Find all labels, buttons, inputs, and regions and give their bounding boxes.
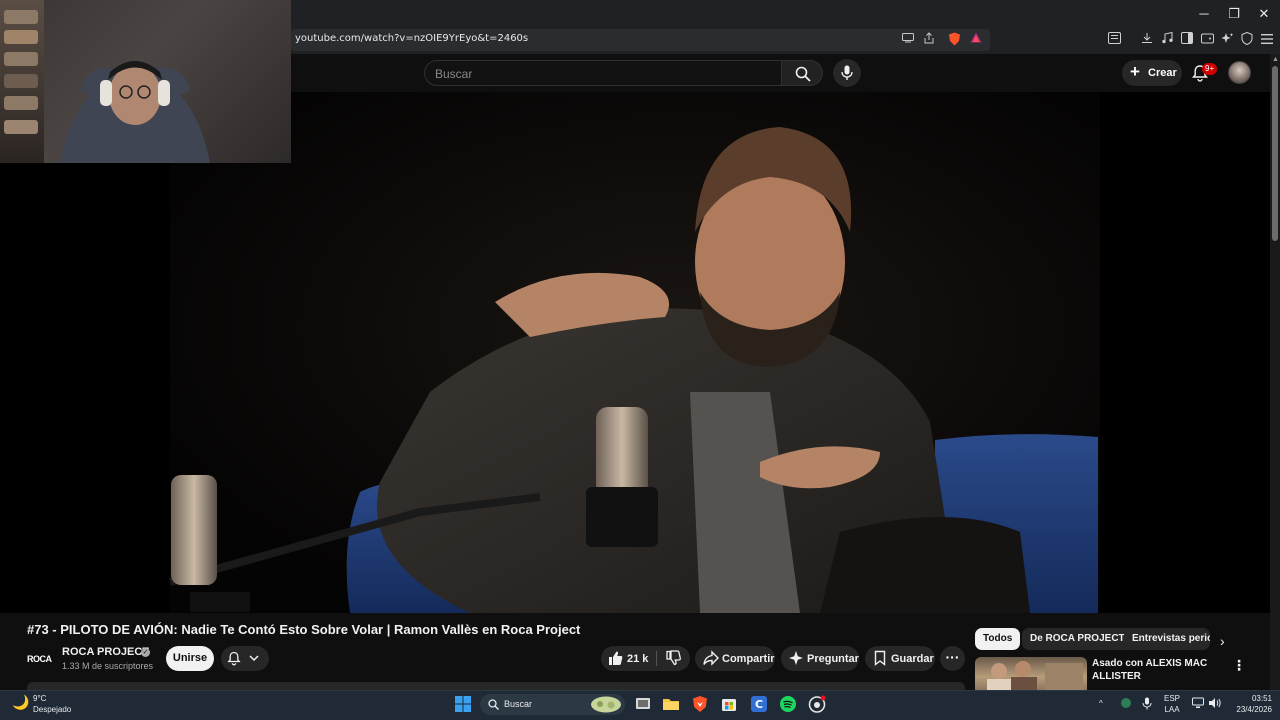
chip-de-roca-project[interactable]: De ROCA PROJECT xyxy=(1022,628,1133,650)
share-page-icon[interactable] xyxy=(921,32,937,48)
ask-button[interactable]: Preguntar xyxy=(781,646,859,671)
search-placeholder: Buscar xyxy=(435,67,473,81)
sidebar-toggle-icon[interactable] xyxy=(1179,32,1195,48)
tray-app-icon[interactable] xyxy=(1120,697,1132,711)
search-button[interactable] xyxy=(781,60,823,86)
taskbar-search[interactable]: Buscar xyxy=(480,694,625,715)
brave-browser-icon[interactable] xyxy=(691,695,709,713)
share-label: Compartir xyxy=(722,653,775,665)
thumbs-up-icon xyxy=(609,651,623,665)
brave-rewards-icon[interactable] xyxy=(968,32,984,48)
scrollbar-thumb[interactable] xyxy=(1272,66,1278,241)
channel-logo[interactable]: ROCA xyxy=(27,648,53,670)
c-app-icon[interactable]: C xyxy=(750,695,768,713)
leo-ai-icon[interactable] xyxy=(1219,32,1235,48)
recommendation-thumbnail[interactable] xyxy=(975,657,1087,690)
like-count: 21 k xyxy=(627,653,649,665)
github-icon[interactable] xyxy=(808,695,826,713)
dislike-button[interactable] xyxy=(657,646,690,671)
video-title: #73 - PILOTO DE AVIÓN: Nadie Te Contó Es… xyxy=(27,622,581,637)
join-button[interactable]: Unirse xyxy=(166,646,214,671)
bookmark-icon xyxy=(874,650,886,666)
wallet-icon[interactable] xyxy=(1199,32,1215,48)
verified-icon: ✓ xyxy=(141,648,150,657)
clock-time: 03:51 xyxy=(1251,694,1272,703)
microphone-tray-icon[interactable] xyxy=(1142,697,1152,712)
channel-name[interactable]: ROCA PROJECT xyxy=(62,646,149,658)
menu-icon[interactable] xyxy=(1259,32,1275,48)
save-button[interactable]: Guardar xyxy=(865,646,935,671)
more-actions-button[interactable]: ··· xyxy=(940,646,965,671)
recommendation-more-button[interactable]: ⋮ xyxy=(1232,657,1246,674)
language-indicator[interactable]: ESP LAA xyxy=(1162,694,1182,714)
video-frame xyxy=(168,92,1100,613)
clock[interactable]: 03:51 23/4/2026 xyxy=(1228,694,1272,714)
subscriber-count: 1.33 M de suscriptores xyxy=(62,661,154,671)
plus-icon: + xyxy=(1130,62,1140,81)
minimize-button[interactable]: ─ xyxy=(1196,6,1212,22)
clock-date: 23/4/2026 xyxy=(1236,705,1272,714)
thumbs-down-icon xyxy=(666,650,681,666)
weather-condition[interactable]: Despejado xyxy=(33,705,71,714)
search-icon xyxy=(488,699,499,710)
like-button[interactable]: 21 k xyxy=(601,646,656,671)
ask-label: Preguntar xyxy=(807,653,859,665)
search-highlight-icon xyxy=(591,696,621,713)
tray-expand-icon[interactable]: ^ xyxy=(1099,699,1103,708)
reader-mode-icon[interactable] xyxy=(1106,32,1122,48)
recommendation-title[interactable]: Asado con ALEXIS MAC ALLISTER xyxy=(1092,657,1212,683)
cast-icon[interactable] xyxy=(900,32,916,48)
volume-icon[interactable] xyxy=(1208,697,1221,711)
svg-text:C: C xyxy=(755,698,763,711)
spotify-icon[interactable] xyxy=(779,695,797,713)
save-label: Guardar xyxy=(891,653,934,665)
windows-icon xyxy=(455,696,471,712)
vpn-shield-icon[interactable] xyxy=(1239,31,1255,48)
start-button[interactable] xyxy=(454,695,472,713)
video-player[interactable] xyxy=(0,92,1270,613)
network-icon[interactable] xyxy=(1192,697,1204,711)
microsoft-store-icon[interactable] xyxy=(720,695,738,713)
address-bar[interactable]: youtube.com/watch?v=nzOIE9YrEyo&t=2460s xyxy=(291,29,990,51)
like-dislike-group: 21 k xyxy=(601,646,690,671)
bell-icon xyxy=(227,651,241,666)
create-label: Crear xyxy=(1148,67,1177,79)
keyboard-layout: LAA xyxy=(1164,705,1180,714)
search-input[interactable]: Buscar xyxy=(424,60,782,86)
brave-shield-icon[interactable] xyxy=(946,32,962,48)
media-icon[interactable] xyxy=(1159,31,1175,48)
description-box[interactable] xyxy=(27,682,965,690)
voice-search-button[interactable] xyxy=(833,59,861,87)
moon-icon[interactable]: 🌙 xyxy=(12,694,30,712)
shelf-decoration xyxy=(0,0,44,163)
share-button[interactable]: Compartir xyxy=(695,646,775,671)
url-text: youtube.com/watch?v=nzOIE9YrEyo&t=2460s xyxy=(295,33,529,44)
account-avatar[interactable] xyxy=(1228,61,1251,84)
webcam-overlay xyxy=(0,0,291,163)
taskbar-search-label: Buscar xyxy=(504,699,533,709)
language-code: ESP xyxy=(1163,694,1180,703)
task-view-icon[interactable] xyxy=(634,695,652,713)
notification-badge: 9+ xyxy=(1202,63,1218,75)
chevron-down-icon xyxy=(249,655,259,662)
close-button[interactable]: ✕ xyxy=(1256,6,1272,22)
streamer-image xyxy=(60,61,210,163)
chips-next-button[interactable]: › xyxy=(1220,633,1225,649)
search-icon xyxy=(795,66,811,82)
thumbnail-image xyxy=(987,661,1083,690)
file-explorer-icon[interactable] xyxy=(662,695,680,713)
download-icon[interactable] xyxy=(1139,32,1155,48)
restore-button[interactable]: ❐ xyxy=(1226,6,1242,22)
create-button[interactable]: + Crear xyxy=(1122,60,1182,86)
share-icon xyxy=(703,650,719,666)
page-scrollbar[interactable]: ▲ xyxy=(1270,54,1280,690)
microphone-icon xyxy=(841,65,853,80)
chip-entrevistas[interactable]: Entrevistas period xyxy=(1124,628,1210,650)
chip-todos[interactable]: Todos xyxy=(975,628,1021,650)
scroll-up-icon[interactable]: ▲ xyxy=(1272,56,1279,63)
weather-temperature[interactable]: 9°C xyxy=(33,694,46,703)
sparkle-icon xyxy=(789,651,803,665)
subscription-notifications-button[interactable] xyxy=(221,646,269,671)
